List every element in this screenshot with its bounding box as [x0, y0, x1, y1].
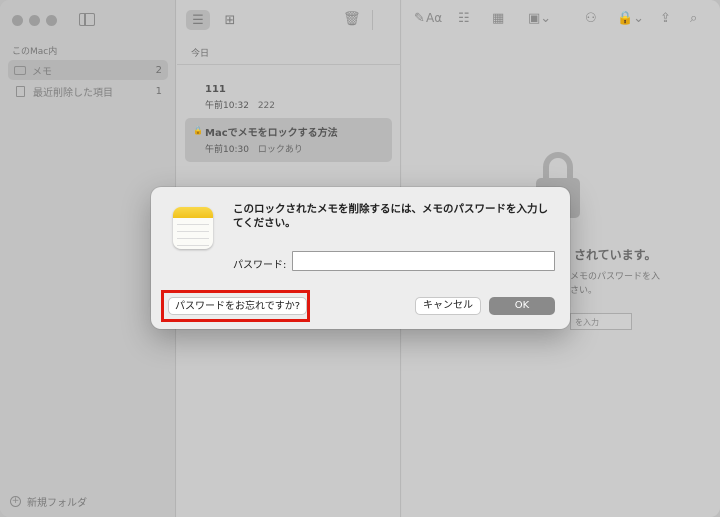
- large-lock-icon: [536, 152, 580, 218]
- locked-note-password-field[interactable]: を入力: [570, 313, 632, 330]
- sidebar-item-count: 1: [155, 85, 162, 97]
- note-time: 午前10:30: [205, 145, 249, 155]
- close-window-button[interactable]: [12, 15, 23, 26]
- format-text-button[interactable]: Aα: [426, 11, 442, 25]
- notes-app-icon: [173, 207, 213, 249]
- note-meta: 午前10:32 222: [205, 98, 392, 111]
- compose-icon[interactable]: ✎: [414, 11, 425, 26]
- note-preview: 222: [257, 101, 275, 111]
- list-view-icon[interactable]: ☰: [186, 10, 210, 30]
- lock-icon: 🔒: [193, 126, 203, 135]
- locked-note-title: されています。: [574, 248, 657, 262]
- note-item-selected[interactable]: 🔒 Macでメモをロックする方法 午前10:30 ロックあり: [185, 118, 392, 162]
- sidebar-item-recently-deleted[interactable]: 最近削除した項目 1: [8, 81, 168, 101]
- cancel-button[interactable]: キャンセル: [415, 297, 481, 315]
- sidebar-item-notes[interactable]: メモ 2: [8, 60, 168, 80]
- note-title: 111: [205, 84, 226, 95]
- folder-icon: [14, 65, 26, 75]
- sidebar-item-count: 2: [155, 64, 162, 76]
- sidebar-toggle-icon[interactable]: [79, 13, 95, 26]
- media-icon[interactable]: ▣⌄: [528, 11, 551, 26]
- password-input[interactable]: [292, 251, 555, 271]
- delete-note-icon[interactable]: 🗑: [343, 11, 361, 27]
- view-mode-segment: ☰ ⊞: [186, 10, 242, 30]
- highlight-annotation: [161, 290, 310, 322]
- checklist-icon[interactable]: ☷: [458, 11, 470, 26]
- note-time: 午前10:32: [205, 101, 249, 111]
- gallery-view-icon[interactable]: ⊞: [218, 10, 242, 30]
- sidebar-section-title: このMac内: [12, 47, 58, 57]
- divider: [177, 64, 401, 65]
- plus-circle-icon: +: [10, 496, 21, 507]
- new-folder-button[interactable]: + 新規フォルダ: [10, 494, 87, 509]
- window-controls: [12, 15, 57, 26]
- zoom-window-button[interactable]: [46, 15, 57, 26]
- minimize-window-button[interactable]: [29, 15, 40, 26]
- new-folder-label: 新規フォルダ: [27, 498, 87, 509]
- collaborate-icon[interactable]: ⚇: [585, 11, 597, 26]
- table-icon[interactable]: ▦: [492, 11, 504, 26]
- note-preview: ロックあり: [257, 145, 303, 155]
- toolbar-divider: [372, 10, 373, 30]
- lock-menu-icon[interactable]: 🔒⌄: [617, 11, 644, 26]
- note-title: Macでメモをロックする方法: [205, 128, 338, 139]
- share-icon[interactable]: ⇪: [660, 11, 671, 26]
- date-header: 今日: [191, 49, 210, 59]
- sidebar-item-label: メモ: [32, 66, 52, 78]
- password-label: パスワード:: [233, 260, 287, 271]
- delete-locked-note-dialog: このロックされたメモを削除するには、メモのパスワードを入力してください。 パスワ…: [151, 187, 570, 329]
- trash-icon: [16, 85, 25, 97]
- sidebar-item-label: 最近削除した項目: [33, 87, 113, 99]
- note-meta: 午前10:30 ロックあり: [205, 142, 392, 155]
- note-item[interactable]: 111 午前10:32 222: [185, 78, 392, 122]
- dialog-message: このロックされたメモを削除するには、メモのパスワードを入力してください。: [233, 203, 548, 229]
- ok-button[interactable]: OK: [489, 297, 555, 315]
- locked-note-instructions: メモのパスワードを入 さい。: [570, 272, 661, 296]
- search-icon[interactable]: ⌕: [690, 11, 697, 26]
- sidebar: このMac内 メモ 2 最近削除した項目 1 + 新規フォルダ: [0, 0, 176, 517]
